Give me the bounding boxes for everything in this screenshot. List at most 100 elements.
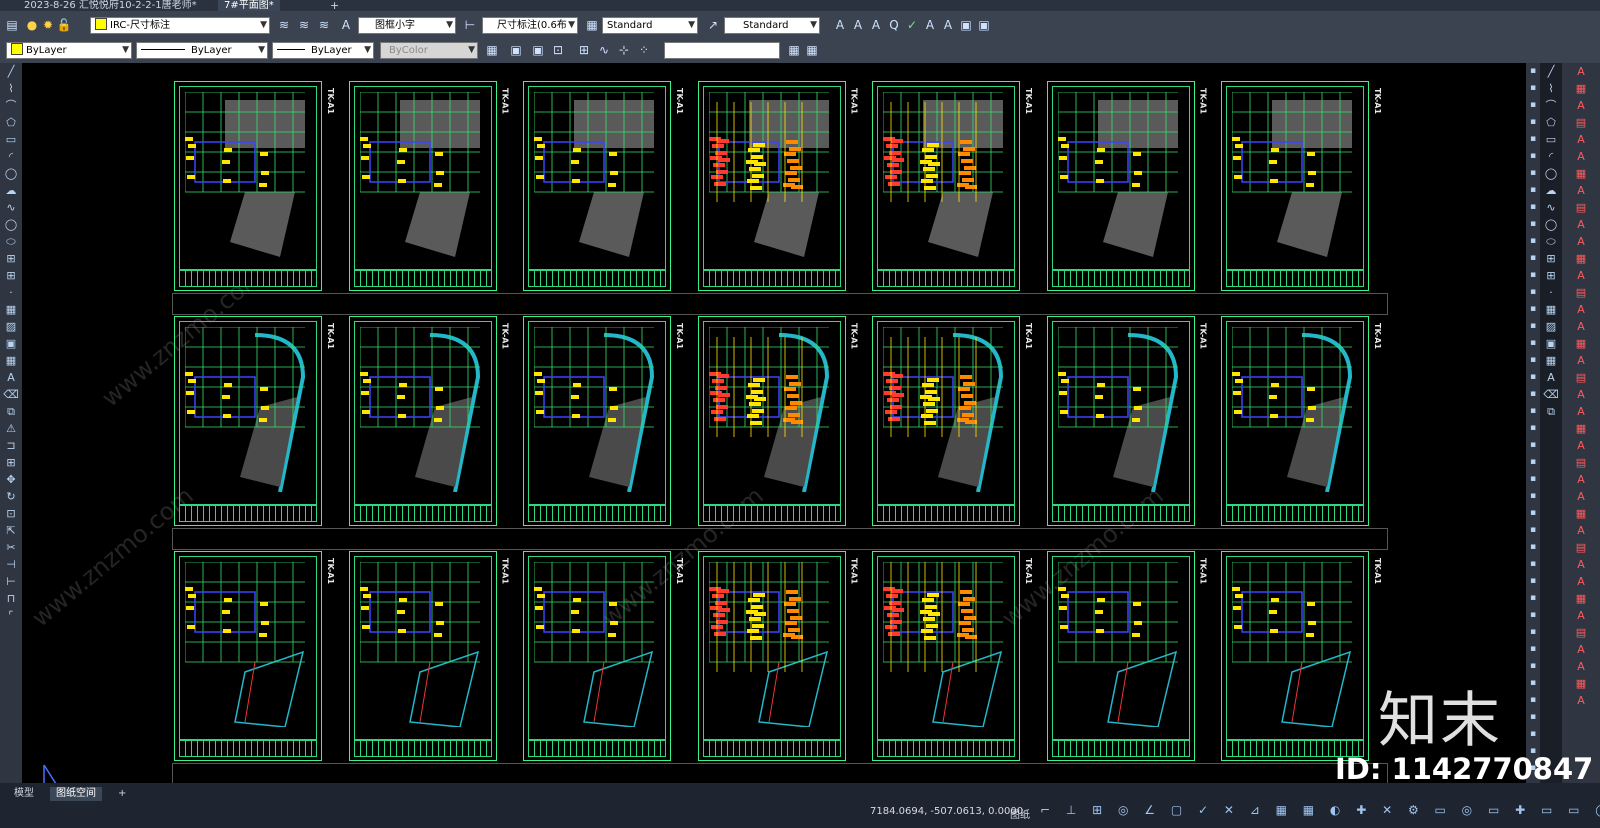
- table-icon[interactable]: ▨: [0, 318, 22, 335]
- array-icon[interactable]: ⚠: [0, 420, 22, 437]
- text-tool-37-icon[interactable]: A: [1562, 692, 1600, 709]
- dim-tool-16-icon[interactable]: ▪: [1526, 335, 1540, 352]
- justify-text-icon[interactable]: A: [940, 17, 956, 33]
- chamfer-icon[interactable]: ⊢: [0, 573, 22, 590]
- dim-tool-21-icon[interactable]: ▪: [1526, 420, 1540, 437]
- text-tool-18-icon[interactable]: ▤: [1562, 369, 1600, 386]
- text-tool-14-icon[interactable]: A: [1562, 301, 1600, 318]
- dim-tool-11-icon[interactable]: ▪: [1526, 250, 1540, 267]
- text-tool-25-icon[interactable]: A: [1562, 488, 1600, 505]
- new-tab-icon[interactable]: +: [330, 0, 339, 11]
- circle-icon[interactable]: ◜: [0, 148, 22, 165]
- dim-tool-12-icon[interactable]: ▪: [1526, 267, 1540, 284]
- text-tool-28-icon[interactable]: ▤: [1562, 539, 1600, 556]
- break-icon[interactable]: ✂: [0, 539, 22, 556]
- inspect-icon[interactable]: ▨: [1540, 318, 1562, 335]
- ellipse-icon[interactable]: ∿: [0, 199, 22, 216]
- status-toggle-icons[interactable]: ⌐ ⊥ ⊞ ◎ ∠ ▢ ✓ ✕ ⊿ ▦ ▦ ◐ ✚ ✕ ⚙ ▭ ◎ ▭ ✚ ▭ …: [1040, 803, 1600, 821]
- dim-tool-18-icon[interactable]: ▪: [1526, 369, 1540, 386]
- tab-model[interactable]: 模型: [8, 787, 40, 801]
- polygon-icon[interactable]: ⌒: [0, 97, 22, 114]
- polar-icon[interactable]: ⁘: [636, 42, 652, 58]
- dim-angular-icon[interactable]: ☁: [1540, 182, 1562, 199]
- explode-icon[interactable]: ⌜: [0, 607, 22, 624]
- arc-icon[interactable]: ▭: [0, 131, 22, 148]
- drawing-sheet[interactable]: TK-A1: [1221, 81, 1382, 291]
- dim-diameter-icon[interactable]: ◯: [1540, 165, 1562, 182]
- drawing-sheet[interactable]: TK-A1: [523, 81, 684, 291]
- drawing-sheet[interactable]: TK-A1: [1221, 551, 1382, 761]
- multileader-style-select[interactable]: Standard ▼: [724, 17, 820, 34]
- dim-tool-23-icon[interactable]: ▪: [1526, 454, 1540, 471]
- text-tool-20-icon[interactable]: A: [1562, 403, 1600, 420]
- drawing-sheet[interactable]: TK-A1: [872, 316, 1033, 526]
- text-tool-12-icon[interactable]: A: [1562, 267, 1600, 284]
- dim-tool-9-icon[interactable]: ▪: [1526, 216, 1540, 233]
- layer-manager-icon[interactable]: ▤: [4, 17, 20, 33]
- layout-icon[interactable]: ▦: [804, 42, 820, 58]
- dimspace-icon[interactable]: ⊞: [1540, 250, 1562, 267]
- dim-tool-10-icon[interactable]: ▪: [1526, 233, 1540, 250]
- layer-on-icon[interactable]: ●: [24, 17, 40, 33]
- layer-lock-icon[interactable]: 🔓: [56, 17, 72, 33]
- dim-tool-38-icon[interactable]: ▪: [1526, 709, 1540, 726]
- quick-select-icon[interactable]: ▣: [530, 42, 546, 58]
- drawing-sheet[interactable]: TK-A1: [1046, 81, 1208, 291]
- linetype-select[interactable]: ByLayer ▼: [136, 42, 268, 59]
- ortho-icon[interactable]: ⊹: [616, 42, 632, 58]
- drawing-sheet[interactable]: TK-A1: [174, 551, 335, 761]
- dim-tool-30-icon[interactable]: ▪: [1526, 573, 1540, 590]
- text-tool-13-icon[interactable]: ▤: [1562, 284, 1600, 301]
- dimbreak-icon[interactable]: ⊞: [1540, 267, 1562, 284]
- text-tool-8-icon[interactable]: ▤: [1562, 199, 1600, 216]
- make-current-icon[interactable]: ≋: [276, 17, 292, 33]
- text-tool-10-icon[interactable]: A: [1562, 233, 1600, 250]
- dim-tool-31-icon[interactable]: ▪: [1526, 590, 1540, 607]
- lineweight-select[interactable]: ByLayer ▼: [272, 42, 374, 59]
- text-tool-36-icon[interactable]: ▦: [1562, 675, 1600, 692]
- find-text-icon[interactable]: Q: [886, 17, 902, 33]
- grid-icon[interactable]: ⊞: [576, 42, 592, 58]
- snap-icon[interactable]: ∿: [596, 42, 612, 58]
- drawing-sheet[interactable]: TK-A1: [872, 551, 1033, 761]
- text-tool-26-icon[interactable]: ▦: [1562, 505, 1600, 522]
- drawing-sheet[interactable]: TK-A1: [174, 316, 335, 526]
- text-tool-31-icon[interactable]: ▦: [1562, 590, 1600, 607]
- text-tool-9-icon[interactable]: A: [1562, 216, 1600, 233]
- text-tool-15-icon[interactable]: A: [1562, 318, 1600, 335]
- text-tool-21-icon[interactable]: ▦: [1562, 420, 1600, 437]
- line-icon[interactable]: ╱: [0, 63, 22, 80]
- tab-document-2[interactable]: 7#平面图*: [218, 0, 280, 11]
- dim-style-icon[interactable]: ⊢: [462, 17, 478, 33]
- drawing-sheet[interactable]: TK-A1: [872, 81, 1033, 291]
- space-mode[interactable]: 图纸: [1010, 806, 1030, 821]
- dim-tool-15-icon[interactable]: ▪: [1526, 318, 1540, 335]
- layer-freeze-icon[interactable]: ✹: [40, 17, 56, 33]
- dim-tool-13-icon[interactable]: ▪: [1526, 284, 1540, 301]
- insert-icon[interactable]: ◯: [0, 216, 22, 233]
- layer-previous-icon[interactable]: ≋: [316, 17, 332, 33]
- drawing-sheet[interactable]: TK-A1: [348, 551, 510, 761]
- dim-tool-24-icon[interactable]: ▪: [1526, 471, 1540, 488]
- dim-radius-icon[interactable]: ▭: [1540, 131, 1562, 148]
- dim-tool-2-icon[interactable]: ▪: [1526, 97, 1540, 114]
- jogged-linear-icon[interactable]: ▣: [1540, 335, 1562, 352]
- hatch-icon[interactable]: ⊞: [0, 267, 22, 284]
- offset-icon[interactable]: ⧉: [0, 403, 22, 420]
- dim-tool-4-icon[interactable]: ▪: [1526, 131, 1540, 148]
- command-input[interactable]: [664, 42, 780, 59]
- drawing-sheet[interactable]: TK-A1: [697, 316, 859, 526]
- gradient-icon[interactable]: ·: [0, 284, 22, 301]
- text-tool-1-icon[interactable]: ▦: [1562, 80, 1600, 97]
- drawing-sheet[interactable]: TK-A1: [348, 81, 510, 291]
- text-a-icon[interactable]: A: [832, 17, 848, 33]
- drawing-sheet[interactable]: TK-A1: [348, 316, 510, 526]
- dim-tool-14-icon[interactable]: ▪: [1526, 301, 1540, 318]
- dim-tool-7-icon[interactable]: ▪: [1526, 182, 1540, 199]
- text-tool-32-icon[interactable]: A: [1562, 607, 1600, 624]
- dim-tool-37-icon[interactable]: ▪: [1526, 692, 1540, 709]
- tolerance-icon[interactable]: ·: [1540, 284, 1562, 301]
- dim-tool-22-icon[interactable]: ▪: [1526, 437, 1540, 454]
- dim-tool-3-icon[interactable]: ▪: [1526, 114, 1540, 131]
- dim-tool-0-icon[interactable]: ▪: [1526, 63, 1540, 80]
